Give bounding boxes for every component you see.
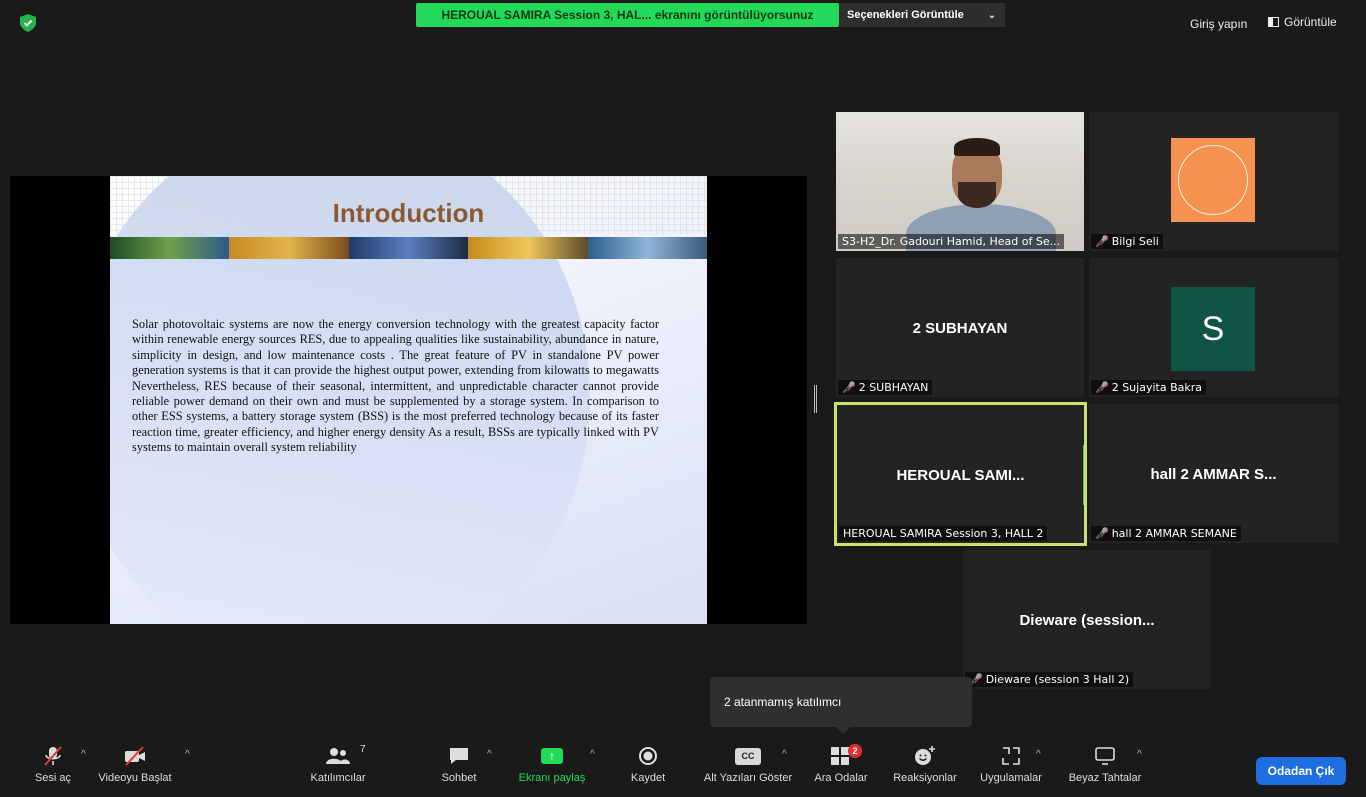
participant-logo: [1171, 138, 1255, 222]
participant-display-name: Dieware (session...: [1019, 612, 1155, 629]
apps-label: Uygulamalar: [980, 772, 1042, 784]
participants-icon: [326, 740, 350, 772]
sign-in-link[interactable]: Giriş yapın: [1190, 17, 1247, 31]
whiteboards-button[interactable]: Beyaz Tahtalar: [1063, 740, 1147, 797]
share-screen-icon: ↑: [541, 740, 563, 772]
smiley-plus-icon: [913, 740, 937, 772]
whiteboards-options-caret-icon[interactable]: ^: [1137, 749, 1142, 760]
start-video-label: Videoyu Başlat: [98, 772, 172, 784]
participant-name-label: 🎤̸ 2 Sujayita Bakra: [1091, 380, 1206, 395]
reactions-label: Reaksiyonlar: [893, 772, 957, 784]
participants-button[interactable]: 7 Katılımcılar: [298, 740, 378, 797]
meeting-toolbar: Sesi aç ^ Videoyu Başlat ^ 7 Katılımcıla…: [0, 740, 1366, 797]
microphone-muted-icon: 🎤̸: [1095, 527, 1109, 540]
microphone-muted-icon: 🎤̸: [842, 381, 856, 394]
zoom-meeting-window: HEROUAL SAMIRA Session 3, HAL... ekranın…: [0, 0, 1366, 797]
share-options-caret-icon[interactable]: ^: [590, 749, 595, 760]
closed-captions-icon: CC: [735, 740, 761, 772]
participant-name: Dieware (session 3 Hall 2): [985, 673, 1130, 686]
start-video-button[interactable]: Videoyu Başlat: [80, 740, 190, 797]
breakout-rooms-label: Ara Odalar: [814, 772, 868, 784]
participant-name: 2 SUBHAYAN: [858, 381, 929, 394]
apps-icon: [1000, 740, 1022, 772]
chat-label: Sohbet: [441, 772, 477, 784]
participant-tile[interactable]: 2 SUBHAYAN 🎤̸ 2 SUBHAYAN: [836, 258, 1084, 397]
slide-title: Introduction: [332, 198, 485, 228]
apps-options-caret-icon[interactable]: ^: [1036, 749, 1041, 760]
microphone-muted-icon: 🎤̸: [1095, 381, 1109, 394]
presentation-slide: Introduction Solar photovoltaic systems …: [110, 176, 707, 624]
chevron-down-icon: ⌄: [987, 9, 997, 21]
screen-share-banner: HEROUAL SAMIRA Session 3, HAL... ekranın…: [416, 3, 839, 27]
breakout-rooms-badge: 2: [848, 744, 862, 758]
participants-count: 7: [360, 744, 366, 755]
captions-label: Alt Yazıları Göster: [703, 772, 793, 784]
unmute-button[interactable]: Sesi aç: [30, 740, 76, 797]
participant-display-name: hall 2 AMMAR S...: [1150, 466, 1277, 483]
participant-display-name: HEROUAL SAMI...: [896, 467, 1025, 484]
microphone-muted-icon: 🎤̸: [1095, 235, 1109, 248]
record-icon: [638, 740, 658, 772]
whiteboard-icon: [1094, 740, 1116, 772]
chat-bubble-icon: [448, 740, 470, 772]
resize-handle[interactable]: [814, 385, 817, 413]
participant-name: 2 Sujayita Bakra: [1111, 381, 1202, 394]
participant-name-label: HEROUAL SAMIRA Session 3, HALL 2: [839, 526, 1048, 541]
participant-name: hall 2 AMMAR SEMANE: [1111, 527, 1237, 540]
active-speaker-tile[interactable]: HEROUAL SAMI... HEROUAL SAMIRA Session 3…: [834, 402, 1087, 546]
whiteboards-label: Beyaz Tahtalar: [1068, 772, 1142, 784]
slide-image-strip: [110, 237, 707, 259]
participant-avatar: S: [1171, 287, 1255, 371]
microphone-muted-icon: [42, 740, 64, 772]
participant-name-label: S3-H2_Dr. Gadouri Hamid, Head of Se...: [838, 234, 1065, 249]
logo-circle: [1178, 145, 1248, 215]
participants-label: Katılımcılar: [310, 772, 366, 784]
participant-name: Bilgi Seli: [1111, 235, 1159, 248]
participant-name-label: 🎤̸ Bilgi Seli: [1091, 234, 1163, 249]
layout-icon: [1268, 17, 1279, 27]
view-button[interactable]: Görüntüle: [1268, 15, 1337, 29]
leave-room-button[interactable]: Odadan Çık: [1256, 757, 1346, 785]
participant-tile[interactable]: Dieware (session... 🎤̸ Dieware (session 3…: [963, 550, 1211, 689]
unmute-label: Sesi aç: [34, 772, 72, 784]
chat-button[interactable]: Sohbet: [436, 740, 482, 797]
record-button[interactable]: Kaydet: [625, 740, 671, 797]
video-off-icon: [123, 740, 147, 772]
view-options-label: Seçenekleri Görüntüle: [847, 9, 964, 21]
tooltip-arrow: [836, 727, 850, 734]
participant-name-label: 🎤̸ hall 2 AMMAR SEMANE: [1091, 526, 1241, 541]
shared-screen: Introduction Solar photovoltaic systems …: [10, 176, 807, 624]
participant-tile[interactable]: S3-H2_Dr. Gadouri Hamid, Head of Se...: [836, 112, 1084, 251]
participant-tile[interactable]: S 🎤̸ 2 Sujayita Bakra: [1089, 258, 1338, 397]
participant-display-name: 2 SUBHAYAN: [912, 320, 1008, 337]
participant-video: [836, 112, 1084, 251]
captions-options-caret-icon[interactable]: ^: [782, 749, 787, 760]
participant-tile[interactable]: hall 2 AMMAR S... 🎤̸ hall 2 AMMAR SEMANE: [1089, 404, 1338, 543]
participant-tile[interactable]: 🎤̸ Bilgi Seli: [1089, 112, 1338, 251]
share-screen-label: Ekranı paylaş: [518, 772, 586, 784]
share-screen-button[interactable]: ↑ Ekranı paylaş: [512, 740, 592, 797]
slide-body-text: Solar photovoltaic systems are now the e…: [132, 317, 659, 455]
video-options-caret-icon[interactable]: ^: [185, 749, 190, 760]
view-label: Görüntüle: [1284, 15, 1337, 29]
unassigned-participants-tooltip: 2 atanmamış katılımcı: [710, 677, 972, 727]
record-label: Kaydet: [630, 772, 666, 784]
chat-options-caret-icon[interactable]: ^: [487, 749, 492, 760]
reactions-button[interactable]: Reaksiyonlar: [888, 740, 962, 797]
participant-name-label: 🎤̸ 2 SUBHAYAN: [838, 380, 933, 395]
breakout-rooms-button[interactable]: 2 Ara Odalar: [810, 740, 872, 797]
view-options-dropdown[interactable]: Seçenekleri Görüntüle ⌄: [839, 3, 1005, 27]
encryption-shield-icon[interactable]: [20, 14, 36, 32]
participant-name-label: 🎤̸ Dieware (session 3 Hall 2): [965, 672, 1134, 687]
